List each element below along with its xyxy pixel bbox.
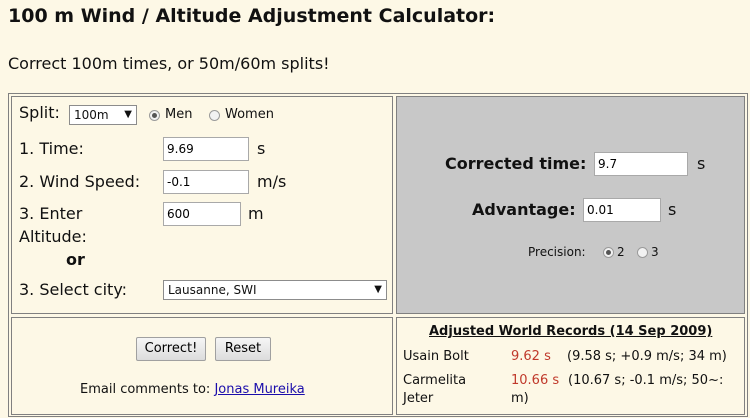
city-select-value: Lausanne, SWI [168,283,257,297]
wind-unit: m/s [257,172,287,191]
wind-input[interactable]: -0.1 [163,170,249,194]
record-name-line2: Jeter [403,391,434,406]
precision-label: Precision: [528,245,586,259]
records-panel: Adjusted World Records (14 Sep 2009) Usa… [396,317,745,415]
email-link[interactable]: Jonas Mureika [214,382,304,397]
advantage-output[interactable]: 0.01 [583,198,661,222]
wind-label: 2. Wind Speed: [19,172,141,191]
split-select[interactable]: 100m ▼ [69,105,137,125]
record-time: 9.62 s [511,349,551,364]
corrected-time-output[interactable]: 9.7 [594,152,688,176]
precision-2-radio[interactable] [603,247,614,258]
or-label: or [66,250,85,269]
email-line: Email comments to: Jonas Mureika [80,382,305,397]
time-label: 1. Time: [19,139,84,158]
altitude-unit: m [248,204,264,223]
advantage-label: Advantage: [472,200,576,219]
altitude-label-line2: Altitude: [19,227,87,246]
record-name: Usain Bolt [403,349,469,364]
buttons-panel: Correct! Reset Email comments to: Jonas … [11,317,393,415]
record-name-line1: Carmelita [403,373,467,388]
chevron-down-icon: ▼ [374,284,382,295]
reset-button[interactable]: Reset [215,337,271,361]
split-label: Split: [19,103,60,122]
gender-men-label: Men [165,107,193,122]
gender-women-label: Women [225,107,274,122]
split-select-value: 100m [74,108,109,122]
record-time: 10.66 s [511,373,560,388]
corrected-time-label: Corrected time: [445,154,587,173]
page-subtitle: Correct 100m times, or 50m/60m splits! [8,54,330,73]
city-select[interactable]: Lausanne, SWI ▼ [163,280,387,300]
gender-men-radio[interactable] [149,110,160,121]
records-header: Adjusted World Records (14 Sep 2009) [429,324,713,339]
city-label: 3. Select city: [19,280,128,299]
precision-3-label: 3 [651,245,659,259]
calculator-table: Split: 100m ▼ Men Women 1. Time: 9.69 s … [8,93,748,417]
record-detail-line1: (10.67 s; -0.1 m/s; 50~: [568,373,724,388]
corrected-time-unit: s [697,154,706,173]
result-panel: Corrected time: 9.7 s Advantage: 0.01 s … [396,96,745,314]
email-prefix: Email comments to: [80,382,211,397]
gender-women-radio[interactable] [209,110,220,121]
chevron-down-icon: ▼ [124,109,132,120]
input-panel: Split: 100m ▼ Men Women 1. Time: 9.69 s … [11,96,393,314]
precision-3-radio[interactable] [637,247,648,258]
page-title: 100 m Wind / Altitude Adjustment Calcula… [8,5,496,27]
record-detail-line2: m) [511,391,529,406]
correct-button[interactable]: Correct! [136,337,206,361]
altitude-input[interactable]: 600 [163,202,241,226]
record-detail: (9.58 s; +0.9 m/s; 34 m) [567,349,727,364]
altitude-label-line1: 3. Enter [19,204,83,223]
time-input[interactable]: 9.69 [163,137,249,161]
time-unit: s [257,139,266,158]
advantage-unit: s [668,200,677,219]
precision-2-label: 2 [617,245,625,259]
